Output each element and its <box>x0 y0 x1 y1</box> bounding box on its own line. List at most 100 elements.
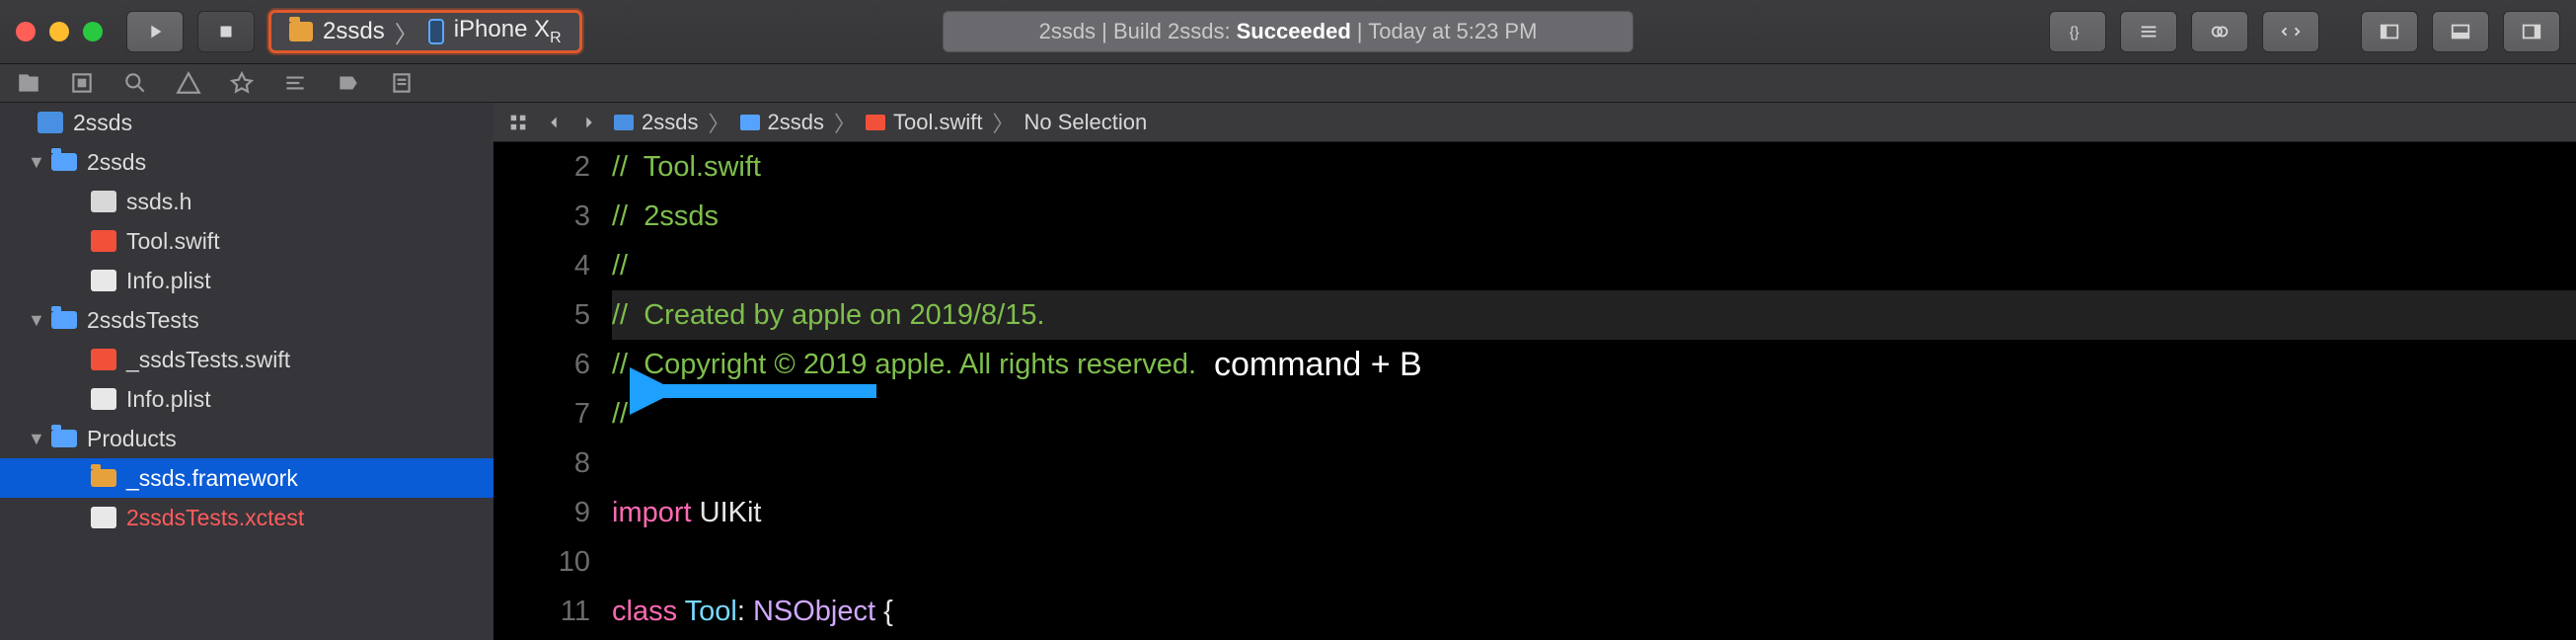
tree-row[interactable]: Info.plist <box>0 261 493 300</box>
target-icon <box>289 22 313 41</box>
tree-item-label: _ssdsTests.swift <box>126 347 290 373</box>
code-line[interactable] <box>612 537 2576 587</box>
activity-viewer[interactable]: 2ssds | Build 2ssds: Succeeded | Today a… <box>943 11 1633 52</box>
debug-navigator-icon[interactable] <box>282 70 308 96</box>
tree-row[interactable]: ssds.h <box>0 182 493 221</box>
tree-item-label: Tool.swift <box>126 228 220 255</box>
tree-row[interactable]: Info.plist <box>0 379 493 419</box>
project-navigator[interactable]: 2ssds▼2ssdsssds.hTool.swiftInfo.plist▼2s… <box>0 103 493 640</box>
source-editor[interactable]: 234567891011 command + B // Tool.swift//… <box>493 142 2576 636</box>
breadcrumb-item[interactable]: 2ssds <box>614 110 698 135</box>
scheme-target: 2ssds <box>323 18 385 45</box>
issue-navigator-icon[interactable] <box>176 70 201 96</box>
tree-item-label: Info.plist <box>126 386 211 413</box>
report-navigator-icon[interactable] <box>389 70 415 96</box>
toggle-navigator-button[interactable] <box>2361 11 2418 52</box>
folder-icon <box>740 115 760 130</box>
tree-row[interactable]: _ssds.framework <box>0 458 493 498</box>
breadcrumb-item[interactable]: Tool.swift <box>866 110 982 135</box>
window-controls <box>16 22 103 41</box>
jump-bar[interactable]: 2ssds〉2ssds〉Tool.swift〉No Selection <box>493 103 2576 142</box>
code-line[interactable]: // Created by apple on 2019/8/15. <box>612 290 2576 340</box>
code-line[interactable]: // <box>612 241 2576 290</box>
tree-row[interactable]: ▼ 2ssds <box>0 142 493 182</box>
forward-icon[interactable] <box>578 112 600 133</box>
breadcrumb[interactable]: 2ssds〉2ssds〉Tool.swift〉No Selection <box>614 107 1147 138</box>
titlebar-toolbar: 2ssds 〉 iPhone XR 2ssds | Build 2ssds: S… <box>0 0 2576 63</box>
tree-row[interactable]: ▼2ssdsTests <box>0 300 493 340</box>
editor-standard-button[interactable] <box>2120 11 2177 52</box>
tree-row[interactable]: 2ssds <box>0 103 493 142</box>
editor-area: 2ssds〉2ssds〉Tool.swift〉No Selection 2345… <box>493 103 2576 640</box>
h-icon <box>91 191 116 212</box>
proj-icon <box>614 115 634 130</box>
line-gutter: 234567891011 <box>493 142 612 636</box>
tree-row[interactable]: _ssdsTests.swift <box>0 340 493 379</box>
code-line[interactable]: // Tool.swift <box>612 142 2576 192</box>
disclosure-icon[interactable]: ▼ <box>28 152 41 173</box>
project-navigator-icon[interactable] <box>16 70 41 96</box>
editor-version-button[interactable] <box>2262 11 2319 52</box>
tree-item-label: 2ssds <box>87 149 146 176</box>
disclosure-icon[interactable]: ▼ <box>28 429 41 449</box>
folder-icon <box>51 311 77 329</box>
breadcrumb-label: Tool.swift <box>893 110 982 135</box>
scheme-device: iPhone XR <box>454 16 562 47</box>
stop-button[interactable] <box>197 11 255 52</box>
disclosure-icon[interactable]: ▼ <box>28 310 41 331</box>
swift-icon <box>91 230 116 252</box>
device-icon <box>428 19 444 44</box>
fw-icon <box>91 469 116 487</box>
code-line[interactable]: // Copyright © 2019 apple. All rights re… <box>612 340 2576 389</box>
breadcrumb-item[interactable]: 2ssds <box>740 110 824 135</box>
tree-item-label: _ssds.framework <box>126 465 298 492</box>
chevron-right-icon: 〉 <box>395 15 418 49</box>
folder-icon <box>51 153 77 171</box>
close-icon[interactable] <box>16 22 36 41</box>
run-button[interactable] <box>126 11 184 52</box>
stop-icon <box>215 21 237 42</box>
plist-icon <box>91 388 116 410</box>
tree-row[interactable]: 2ssdsTests.xctest <box>0 498 493 537</box>
play-icon <box>144 21 166 42</box>
back-icon[interactable] <box>543 112 565 133</box>
lines-icon <box>2138 21 2159 42</box>
zoom-icon[interactable] <box>83 22 103 41</box>
minimize-icon[interactable] <box>49 22 69 41</box>
editor-assistant-button[interactable] <box>2191 11 2248 52</box>
swift-icon <box>91 349 116 370</box>
code-line[interactable]: class Tool: NSObject { <box>612 587 2576 636</box>
xctest-icon <box>91 507 116 528</box>
tree-item-label: 2ssdsTests.xctest <box>126 505 304 531</box>
test-navigator-icon[interactable] <box>229 70 255 96</box>
breakpoint-navigator-icon[interactable] <box>336 70 361 96</box>
folder-icon <box>51 430 77 447</box>
plist-icon <box>91 270 116 291</box>
tree-row[interactable]: Tool.swift <box>0 221 493 261</box>
code-line[interactable]: // 2ssds <box>612 192 2576 241</box>
library-button[interactable]: {} <box>2049 11 2106 52</box>
scheme-selector[interactable]: 2ssds 〉 iPhone XR <box>268 10 582 53</box>
panel-right-icon <box>2521 21 2542 42</box>
breadcrumb-item[interactable]: No Selection <box>1024 110 1148 135</box>
arrows-icon <box>2280 21 2302 42</box>
code-line[interactable]: import UIKit <box>612 488 2576 537</box>
breadcrumb-label: 2ssds <box>642 110 698 135</box>
tree-item-label: Products <box>87 426 177 452</box>
code-line[interactable] <box>612 439 2576 488</box>
braces-icon: {} <box>2067 21 2088 42</box>
toggle-debug-button[interactable] <box>2432 11 2489 52</box>
tree-item-label: Info.plist <box>126 268 211 294</box>
source-control-navigator-icon[interactable] <box>69 70 95 96</box>
svg-text:{}: {} <box>2070 26 2080 41</box>
code-lines[interactable]: command + B // Tool.swift// 2ssds//// Cr… <box>612 142 2576 636</box>
toggle-inspector-button[interactable] <box>2503 11 2560 52</box>
related-items-icon[interactable] <box>507 112 529 133</box>
code-line[interactable]: // <box>612 389 2576 439</box>
symbol-navigator-icon[interactable] <box>122 70 148 96</box>
panel-bottom-icon <box>2450 21 2471 42</box>
breadcrumb-label: 2ssds <box>768 110 824 135</box>
proj-icon <box>38 112 63 133</box>
tree-row[interactable]: ▼ Products <box>0 419 493 458</box>
activity-suffix: | Today at 5:23 PM <box>1357 19 1538 44</box>
